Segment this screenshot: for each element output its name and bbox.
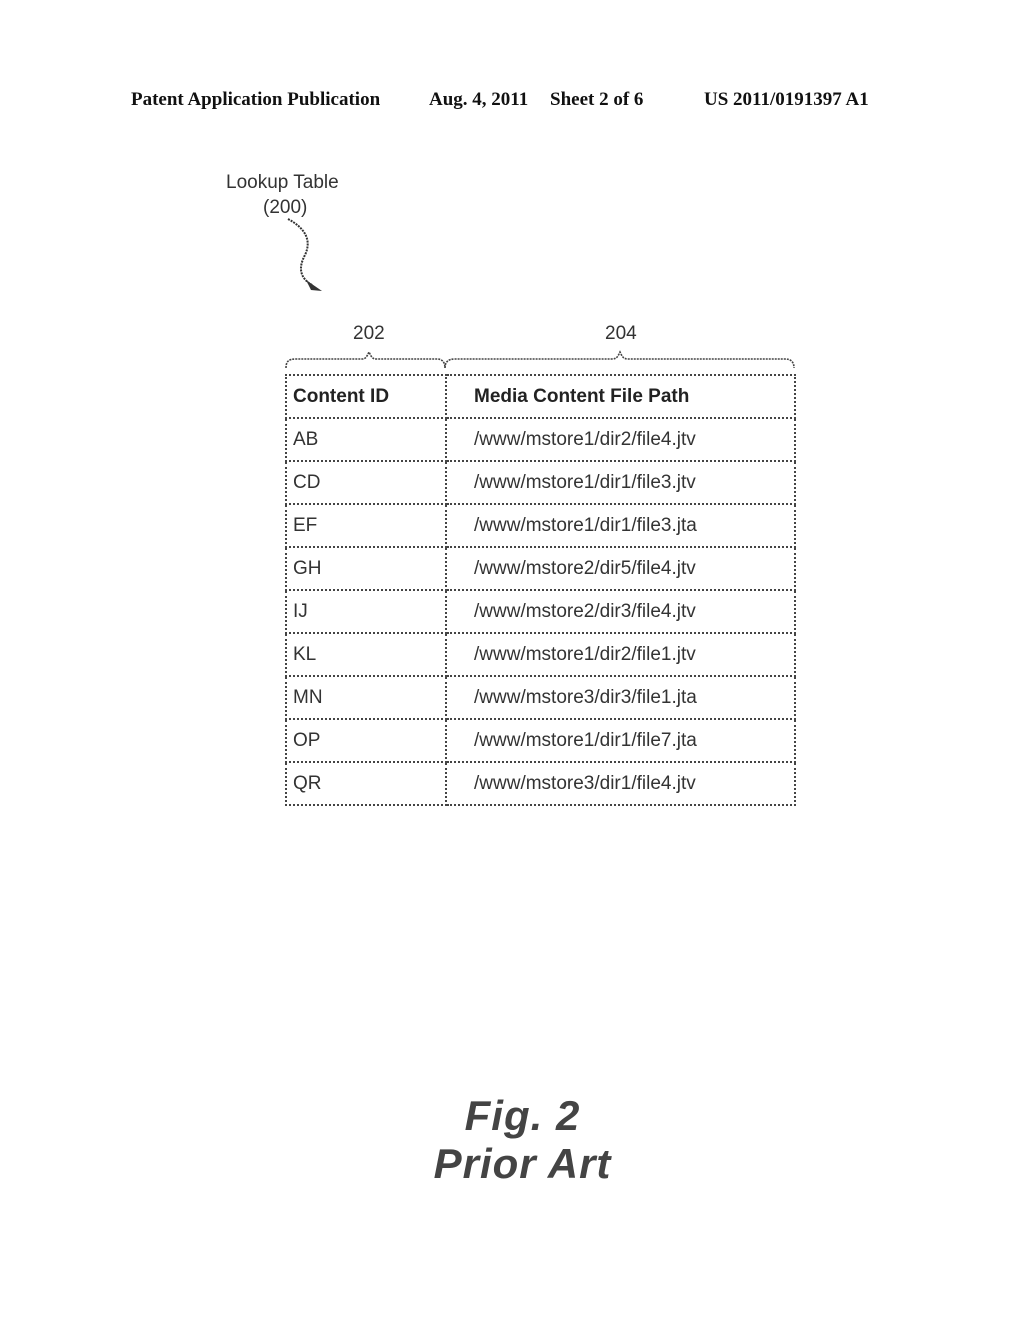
table-header-row: Content ID Media Content File Path xyxy=(285,374,796,419)
table-row: OP /www/mstore1/dir1/file7.jta xyxy=(285,718,796,763)
content-id-cell: QR xyxy=(285,761,447,806)
content-id-cell: EF xyxy=(285,503,447,548)
table-row: KL /www/mstore1/dir2/file1.jtv xyxy=(285,632,796,677)
table-row: CD /www/mstore1/dir1/file3.jtv xyxy=(285,460,796,505)
file-path-cell: /www/mstore1/dir2/file1.jtv xyxy=(445,632,796,677)
figure-number: Fig. 2 xyxy=(464,1092,581,1139)
content-id-cell: MN xyxy=(285,675,447,720)
content-id-cell: KL xyxy=(285,632,447,677)
content-id-cell: AB xyxy=(285,417,447,462)
file-path-cell: /www/mstore2/dir3/file4.jtv xyxy=(445,589,796,634)
brace-204-icon xyxy=(444,350,795,369)
file-path-cell: /www/mstore2/dir5/file4.jtv xyxy=(445,546,796,591)
brace-202-icon xyxy=(285,350,446,369)
figure-subtitle: Prior Art xyxy=(433,1140,612,1187)
file-path-cell: /www/mstore1/dir1/file3.jtv xyxy=(445,460,796,505)
table-row: EF /www/mstore1/dir1/file3.jta xyxy=(285,503,796,548)
table-row: MN /www/mstore3/dir3/file1.jta xyxy=(285,675,796,720)
file-path-cell: /www/mstore3/dir1/file4.jtv xyxy=(445,761,796,806)
content-id-cell: IJ xyxy=(285,589,447,634)
column-header-file-path: Media Content File Path xyxy=(445,374,796,419)
column-header-content-id: Content ID xyxy=(285,374,447,419)
file-path-cell: /www/mstore1/dir1/file3.jta xyxy=(445,503,796,548)
leader-arrow-icon xyxy=(287,218,322,291)
table-row: QR /www/mstore3/dir1/file4.jtv xyxy=(285,761,796,806)
lookup-table: Content ID Media Content File Path AB /w… xyxy=(285,374,796,806)
file-path-cell: /www/mstore3/dir3/file1.jta xyxy=(445,675,796,720)
table-row: GH /www/mstore2/dir5/file4.jtv xyxy=(285,546,796,591)
content-id-cell: OP xyxy=(285,718,447,763)
file-path-cell: /www/mstore1/dir1/file7.jta xyxy=(445,718,796,763)
content-id-cell: CD xyxy=(285,460,447,505)
content-id-cell: GH xyxy=(285,546,447,591)
file-path-cell: /www/mstore1/dir2/file4.jtv xyxy=(445,417,796,462)
arrowhead-icon xyxy=(306,280,322,291)
table-row: AB /www/mstore1/dir2/file4.jtv xyxy=(285,417,796,462)
table-row: IJ /www/mstore2/dir3/file4.jtv xyxy=(285,589,796,634)
